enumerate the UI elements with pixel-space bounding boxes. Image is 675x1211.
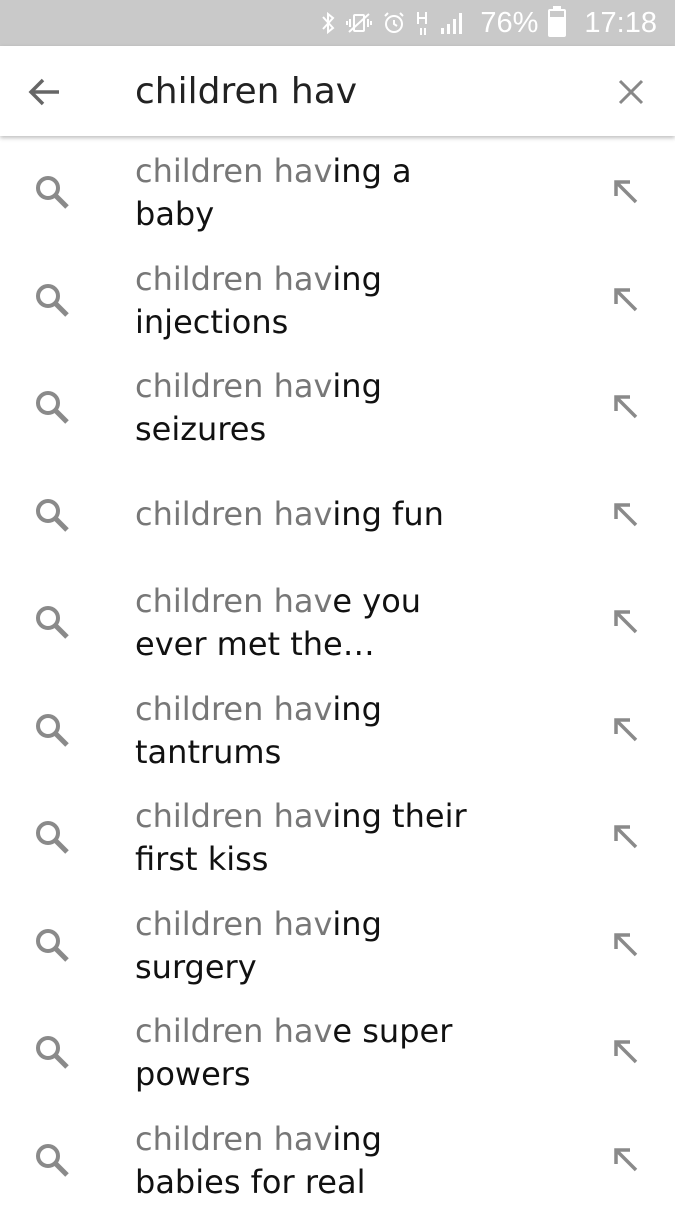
bluetooth-icon <box>320 11 336 35</box>
search-icon <box>32 817 72 857</box>
suggestion-prefix: children hav <box>135 797 332 835</box>
suggestion-text: children having tantrums <box>135 688 495 774</box>
close-icon <box>618 79 644 105</box>
suggestion-item[interactable]: children having tantrums <box>0 674 675 782</box>
fill-query-arrow-icon[interactable] <box>608 712 642 746</box>
battery-icon <box>548 9 566 37</box>
suggestion-prefix: children hav <box>135 367 332 405</box>
suggestion-item[interactable]: children have super powers <box>0 996 675 1104</box>
suggestion-prefix: children hav <box>135 1012 332 1050</box>
suggestion-completion: e you <box>332 582 421 620</box>
back-button[interactable] <box>22 69 68 115</box>
search-input[interactable]: children hav <box>135 70 357 114</box>
suggestion-text: children having babies for real <box>135 1118 495 1204</box>
suggestion-line2: tantrums <box>135 733 281 771</box>
suggestion-completion: ing <box>332 905 381 943</box>
arrow-left-icon <box>28 75 62 109</box>
search-icon <box>32 710 72 750</box>
fill-query-arrow-icon[interactable] <box>608 604 642 638</box>
suggestion-line2: injections <box>135 303 288 341</box>
suggestion-item[interactable]: children having fun <box>0 459 675 567</box>
suggestion-text: children having surgery <box>135 903 495 989</box>
suggestion-prefix: children hav <box>135 690 332 728</box>
suggestion-line2: ever met the… <box>135 625 375 663</box>
hplus-data-icon <box>416 10 430 36</box>
search-icon <box>32 495 72 535</box>
suggestion-prefix: children hav <box>135 260 332 298</box>
suggestion-completion: e super <box>332 1012 452 1050</box>
suggestion-line2: first kiss <box>135 840 268 878</box>
suggestion-line2: baby <box>135 195 214 233</box>
clock: 17:18 <box>584 7 657 40</box>
fill-query-arrow-icon[interactable] <box>608 819 642 853</box>
search-icon <box>32 280 72 320</box>
suggestion-completion: ing <box>332 690 381 728</box>
suggestion-line2: surgery <box>135 948 257 986</box>
suggestion-item[interactable]: children having seizures <box>0 351 675 459</box>
suggestion-text: children having injections <box>135 258 495 344</box>
search-bar: children hav <box>0 46 675 136</box>
suggestion-item[interactable]: children having their first kiss <box>0 781 675 889</box>
suggestion-completion: ing a <box>332 152 411 190</box>
suggestion-prefix: children hav <box>135 582 332 620</box>
suggestion-item[interactable]: children having babies for real <box>0 1104 675 1211</box>
suggestion-item[interactable]: children having a baby <box>0 136 675 244</box>
fill-query-arrow-icon[interactable] <box>608 1034 642 1068</box>
suggestion-text: children having a baby <box>135 150 495 236</box>
suggestion-item[interactable]: children have you ever met the… <box>0 566 675 674</box>
suggestion-completion: ing <box>332 367 381 405</box>
signal-icon <box>440 11 464 35</box>
suggestion-line2: babies for real <box>135 1163 365 1201</box>
fill-query-arrow-icon[interactable] <box>608 1142 642 1176</box>
suggestion-item[interactable]: children having injections <box>0 244 675 352</box>
suggestion-prefix: children hav <box>135 905 332 943</box>
search-icon <box>32 1140 72 1180</box>
search-icon <box>32 387 72 427</box>
alarm-icon <box>382 11 406 35</box>
fill-query-arrow-icon[interactable] <box>608 497 642 531</box>
suggestion-prefix: children hav <box>135 152 332 190</box>
fill-query-arrow-icon[interactable] <box>608 927 642 961</box>
suggestion-text: children have you ever met the… <box>135 580 495 666</box>
suggestion-text: children having seizures <box>135 365 495 451</box>
status-bar-right: 76% 17:18 <box>320 0 657 46</box>
suggestion-line2: seizures <box>135 410 266 448</box>
suggestion-text: children have super powers <box>135 1010 495 1096</box>
status-icons <box>320 10 464 36</box>
suggestion-line2: powers <box>135 1055 251 1093</box>
battery-percent: 76% <box>480 7 538 40</box>
clear-button[interactable] <box>611 72 651 112</box>
search-icon <box>32 1032 72 1072</box>
fill-query-arrow-icon[interactable] <box>608 282 642 316</box>
suggestion-completion: ing <box>332 1120 381 1158</box>
status-bar: 76% 17:18 <box>0 0 675 46</box>
search-icon <box>32 602 72 642</box>
suggestion-completion: ing <box>332 260 381 298</box>
fill-query-arrow-icon[interactable] <box>608 389 642 423</box>
suggestion-completion: ing fun <box>332 495 443 533</box>
search-icon <box>32 925 72 965</box>
mute-vibrate-icon <box>346 11 372 35</box>
search-icon <box>32 172 72 212</box>
suggestion-text: children having their first kiss <box>135 795 495 881</box>
suggestion-item[interactable]: children having surgery <box>0 889 675 997</box>
fill-query-arrow-icon[interactable] <box>608 174 642 208</box>
suggestion-completion: ing their <box>332 797 466 835</box>
suggestion-prefix: children hav <box>135 495 332 533</box>
suggestion-list: children having ababy children havinginj… <box>0 136 675 1211</box>
suggestion-text: children having fun <box>135 493 555 536</box>
suggestion-prefix: children hav <box>135 1120 332 1158</box>
